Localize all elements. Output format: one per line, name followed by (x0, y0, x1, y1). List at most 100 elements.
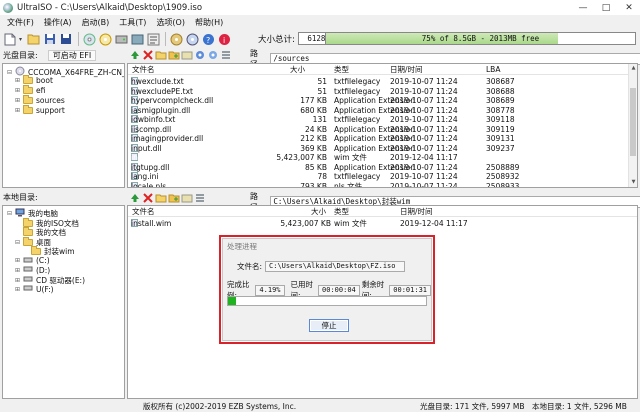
menu-bootable[interactable]: 启动(B) (77, 17, 115, 28)
column-name[interactable]: 文件名 (132, 206, 155, 217)
properties-icon[interactable] (146, 32, 160, 46)
info-icon[interactable]: i (217, 32, 231, 46)
maximize-button[interactable]: □ (595, 0, 617, 15)
list-view-icon[interactable] (194, 192, 206, 204)
file-size: 793 KB (300, 181, 327, 188)
menu-file[interactable]: 文件(F) (2, 17, 39, 28)
column-date[interactable]: 日期/时间 (400, 206, 433, 217)
file-name: lang.ini (131, 172, 159, 181)
file-size: 5,423,007 KB (276, 153, 327, 162)
close-button[interactable]: ✕ (618, 0, 640, 15)
rename-icon[interactable] (181, 192, 193, 204)
folder-icon (31, 246, 41, 255)
local-tree-panel: ⊟ 我的电脑 我的ISO文档 我的文档 ⊟ 桌面 封装wim ⊞ (C:) ⊞ (D:) ⊞ CD 驱动… (2, 205, 125, 399)
cd-file-row[interactable]: iiscomp.dll 24 KB Application Extension 201… (128, 124, 637, 135)
column-name[interactable]: 文件名 (132, 64, 155, 75)
options-gear-icon[interactable] (207, 49, 219, 61)
column-lba[interactable]: LBA (486, 65, 500, 74)
folder-icon (23, 236, 33, 246)
settings-gear-icon[interactable] (194, 49, 206, 61)
extract-cd-icon[interactable] (82, 32, 96, 46)
cd-file-row[interactable]: iasmigplugin.dll 680 KB Application Extens… (128, 105, 637, 116)
menu-options[interactable]: 选项(O) (151, 17, 190, 28)
folder-icon (23, 217, 33, 227)
cd-tree-node[interactable]: ⊞ boot (15, 75, 53, 85)
scroll-up-icon[interactable]: ▲ (629, 64, 637, 73)
menu-help[interactable]: 帮助(H) (190, 17, 228, 28)
up-arrow-icon[interactable] (129, 192, 141, 204)
total-size-label: 大小总计: (258, 34, 295, 45)
menu-tools[interactable]: 工具(T) (114, 17, 151, 28)
local-tree-node[interactable]: ⊞ (C:) (15, 256, 50, 266)
column-size[interactable]: 大小 (290, 64, 305, 75)
new-folder-icon[interactable] (155, 192, 167, 204)
tree-expand-icon[interactable]: ⊞ (15, 107, 22, 114)
tree-expand-icon[interactable]: ⊞ (15, 97, 22, 104)
scroll-down-icon[interactable]: ▼ (629, 178, 637, 187)
drive-icon (23, 256, 33, 266)
ultraiso-window: UltraISO - C:\Users\Alkaid\Desktop\1909.… (0, 0, 640, 412)
cd-tree-label: support (36, 106, 65, 115)
rename-icon[interactable] (181, 49, 193, 61)
cd-tree-node[interactable]: ⊞ efi (15, 85, 46, 95)
cd-file-row[interactable]: idwbinfo.txt 131 txtfilelegacy 2019-10-07 1… (128, 115, 637, 125)
mount-drive-icon[interactable] (114, 32, 128, 46)
tree-expand-icon[interactable]: ⊟ (7, 69, 14, 76)
open-folder-icon[interactable] (27, 32, 41, 46)
column-size[interactable]: 大小 (311, 206, 326, 217)
cd-file-row[interactable]: install.wim 5,423,007 KB wim 文件 2019-12-04 … (128, 153, 637, 163)
tree-expand-icon[interactable]: ⊞ (15, 286, 22, 293)
file-name: locale.nls (131, 181, 167, 188)
cd-tree-label: efi (36, 86, 46, 95)
tree-expand-icon[interactable]: ⊞ (15, 87, 22, 94)
cd-file-row[interactable]: locale.nls 793 KB nls 文件 2019-10-07 11:24 25… (128, 181, 637, 188)
tree-expand-icon[interactable]: ⊞ (15, 267, 22, 274)
burn-disc-icon[interactable] (98, 32, 112, 46)
cd-file-row[interactable]: hwexcludePE.txt 51 txtfilelegacy 2019-10-07… (128, 86, 637, 97)
save-as-icon[interactable] (59, 32, 73, 46)
file-lba: 308688 (486, 86, 515, 96)
list-view-icon[interactable] (220, 49, 232, 61)
help-icon[interactable]: ? (201, 32, 215, 46)
cd-tree-node[interactable]: ⊞ support (15, 105, 65, 115)
tree-expand-icon[interactable]: ⊟ (15, 239, 22, 246)
add-to-iso-icon[interactable] (168, 192, 180, 204)
local-file-row[interactable]: install.wim 5,423,007 KB wim 文件 2019-12-04 … (128, 219, 637, 229)
dropdown-arrow-icon[interactable]: ▾ (19, 36, 25, 43)
new-folder-icon[interactable] (155, 49, 167, 61)
virtual-drive-icon[interactable] (185, 32, 199, 46)
local-tree-node[interactable]: ⊞ U(F:) (15, 284, 54, 294)
cd-file-row[interactable]: hypervcomplcheck.dll 177 KB Application Ex… (128, 96, 637, 106)
add-files-icon[interactable] (168, 49, 180, 61)
save-icon[interactable] (43, 32, 57, 46)
folder-icon (23, 75, 33, 84)
cd-file-row[interactable]: input.dll 369 KB Application Extension 2019… (128, 143, 637, 154)
local-tree-node[interactable]: ⊞ (D:) (15, 265, 50, 275)
file-lba: 308689 (486, 96, 515, 105)
tree-expand-icon[interactable]: ⊞ (15, 77, 22, 84)
cd-file-row[interactable]: lang.ini 78 txtfilelegacy 2019-10-07 11:24 2… (128, 172, 637, 182)
tree-expand-icon[interactable]: ⊞ (15, 277, 22, 284)
minimize-button[interactable]: — (572, 0, 594, 15)
new-file-icon[interactable] (3, 32, 17, 46)
scroll-thumb[interactable] (630, 88, 636, 156)
boot-type-badge[interactable]: 可启动 EFI (47, 49, 97, 61)
cd-file-row[interactable]: hwexclude.txt 51 txtfilelegacy 2019-10-07 1… (128, 77, 637, 87)
cd-list-scrollbar[interactable]: ▲ ▼ (628, 64, 637, 187)
delete-icon[interactable] (142, 49, 154, 61)
menu-actions[interactable]: 操作(A) (39, 17, 77, 28)
burn-cd-icon[interactable] (169, 32, 183, 46)
column-date[interactable]: 日期/时间 (390, 64, 423, 75)
file-name: install.wim (131, 219, 172, 228)
compress-icon[interactable] (130, 32, 144, 46)
up-arrow-icon[interactable] (129, 49, 141, 61)
delete-icon[interactable] (142, 192, 154, 204)
cd-file-row[interactable]: imagingprovider.dll 212 KB Application Ext… (128, 134, 637, 144)
column-type[interactable]: 类型 (334, 64, 349, 75)
cd-tree-node[interactable]: ⊞ sources (15, 95, 65, 105)
cd-file-row[interactable]: itgtupg.dll 85 KB Application Extension 201… (128, 162, 637, 173)
column-type[interactable]: 类型 (334, 206, 349, 217)
stop-button[interactable]: 停止 (309, 319, 349, 332)
tree-expand-icon[interactable]: ⊟ (7, 210, 14, 217)
tree-expand-icon[interactable]: ⊞ (15, 257, 22, 264)
